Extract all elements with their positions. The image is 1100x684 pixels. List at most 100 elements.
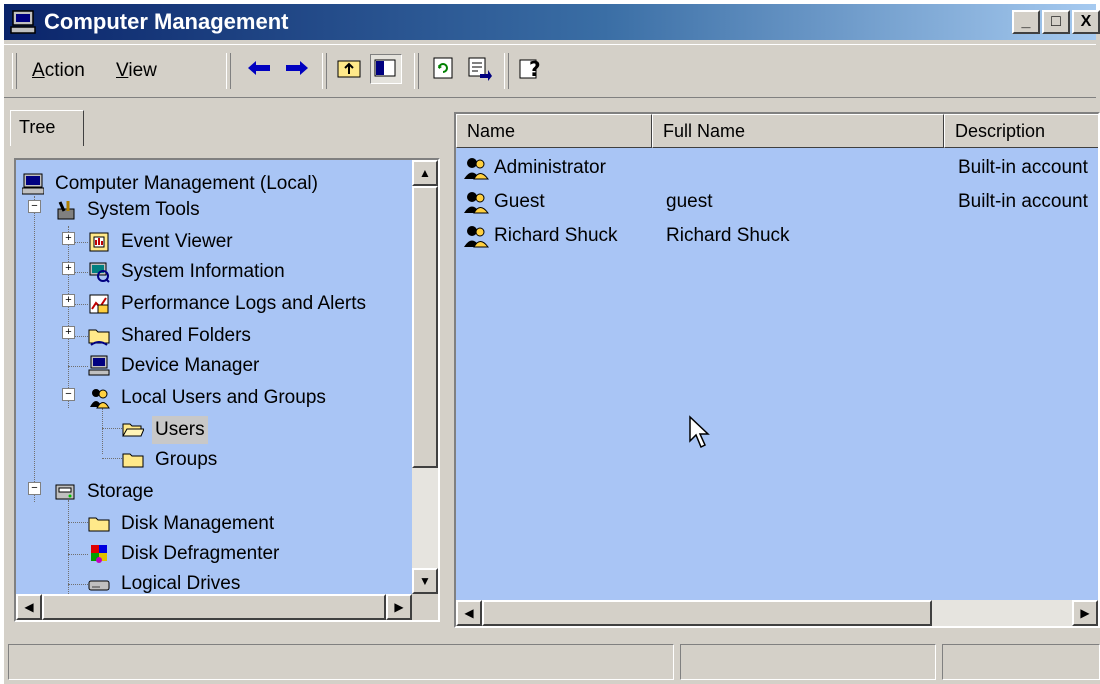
window-title: Computer Management (44, 9, 289, 34)
show-hide-tree-button[interactable] (370, 54, 402, 84)
scroll-left-button[interactable]: ◀ (16, 594, 42, 620)
tree-horizontal-scrollbar[interactable]: ◀ ▶ (16, 594, 412, 620)
status-panel (942, 644, 1100, 680)
toolbar-separator (414, 53, 419, 89)
help-icon: ? (519, 57, 541, 81)
computer-icon (10, 10, 36, 34)
status-bar (4, 640, 1100, 684)
tree-item-label: Computer Management (Local) (55, 173, 318, 194)
back-button[interactable] (244, 54, 276, 84)
tab-tree[interactable]: Tree (10, 110, 84, 146)
user-icon (464, 226, 489, 248)
tree-item-label: Local Users and Groups (121, 387, 326, 408)
tree-item-label: System Information (121, 261, 285, 282)
scroll-thumb[interactable] (42, 594, 386, 620)
toolbar-separator (504, 53, 509, 89)
tree-vertical-scrollbar[interactable]: ▲ ▼ (412, 160, 438, 594)
scroll-thumb[interactable] (482, 600, 932, 626)
svg-text:?: ? (529, 57, 541, 81)
tree-pane: Computer Management (Local) − System Too… (14, 158, 440, 622)
tree-item-label: Disk Management (121, 513, 275, 534)
view-menu[interactable]: View (116, 60, 157, 82)
list-item-administrator[interactable]: Administrator Built-in account (456, 152, 1098, 184)
toolbar-grip[interactable] (12, 53, 17, 89)
disk-defragmenter-icon (91, 545, 107, 563)
system-information-icon (89, 262, 110, 283)
scrollbar-corner (412, 594, 438, 620)
action-menu[interactable]: Action (32, 60, 85, 82)
minimize-button[interactable]: _ (1012, 10, 1040, 34)
toolbar-grip[interactable] (226, 53, 231, 89)
refresh-icon (433, 57, 453, 79)
user-description: Built-in account (958, 191, 1088, 212)
folder-icon (88, 517, 110, 532)
tree-view: Computer Management (Local) − System Too… (16, 160, 412, 594)
tree-item-label: Event Viewer (121, 231, 233, 252)
tree-item-label: Disk Defragmenter (121, 543, 280, 564)
list-horizontal-scrollbar[interactable]: ◀ ▶ (456, 600, 1098, 626)
open-folder-icon (122, 423, 144, 437)
tree-item-label: Storage (87, 481, 154, 502)
user-icon (464, 158, 489, 180)
tree-item-label: Groups (155, 449, 218, 470)
back-icon (248, 61, 270, 75)
scroll-right-button[interactable]: ▶ (1072, 600, 1098, 626)
toolbar: Action View ? (4, 44, 1096, 98)
folder-icon (122, 453, 144, 468)
user-icon (464, 192, 489, 214)
scroll-down-button[interactable]: ▼ (412, 568, 438, 594)
system-tools-icon (57, 201, 75, 220)
close-button[interactable]: X (1072, 10, 1100, 34)
expand-toggle[interactable]: + (62, 262, 75, 275)
column-header-full-name[interactable]: Full Name (652, 114, 944, 148)
list-item-richard-shuck[interactable]: Richard Shuck Richard Shuck (456, 220, 1098, 252)
tree-item-label: Users (152, 416, 208, 444)
storage-icon (55, 484, 75, 500)
view-menu-label: iew (128, 60, 157, 81)
collapse-toggle[interactable]: − (28, 200, 41, 213)
up-one-level-button[interactable] (334, 54, 366, 84)
list-item-guest[interactable]: Guest guest Built-in account (456, 186, 1098, 218)
expand-toggle[interactable]: + (62, 326, 75, 339)
up-one-level-icon (337, 60, 361, 78)
tree-item-label: Shared Folders (121, 325, 251, 346)
maximize-button[interactable]: □ (1042, 10, 1070, 34)
expand-toggle[interactable]: + (62, 232, 75, 245)
collapse-toggle[interactable]: − (28, 482, 41, 495)
computer-icon (22, 173, 44, 195)
mouse-pointer-icon (689, 415, 710, 449)
scroll-left-button[interactable]: ◀ (456, 600, 482, 626)
scroll-thumb[interactable] (412, 186, 438, 468)
column-header-description[interactable]: Description (944, 114, 1098, 148)
user-full-name: guest (666, 191, 713, 212)
tree-item-label: Device Manager (121, 355, 260, 376)
tree-item-label: System Tools (87, 199, 200, 220)
help-button[interactable]: ? (516, 54, 548, 84)
tree-item-label: Performance Logs and Alerts (121, 293, 367, 314)
details-list-pane: Name Full Name Description Administrator… (454, 112, 1100, 628)
shared-folder-icon (88, 329, 110, 346)
show-hide-tree-icon (374, 59, 396, 77)
status-panel (680, 644, 936, 680)
column-header-name[interactable]: Name (456, 114, 652, 148)
collapse-toggle[interactable]: − (62, 388, 75, 401)
export-list-button[interactable] (464, 54, 496, 84)
refresh-button[interactable] (428, 54, 460, 84)
scroll-right-button[interactable]: ▶ (386, 594, 412, 620)
users-group-icon (90, 389, 110, 409)
device-manager-icon (88, 355, 110, 376)
expand-toggle[interactable]: + (62, 294, 75, 307)
scroll-up-button[interactable]: ▲ (412, 160, 438, 186)
user-name: Guest (494, 191, 545, 212)
tree-item-label: Logical Drives (121, 573, 241, 594)
forward-icon (286, 61, 308, 75)
export-list-icon (468, 57, 492, 81)
toolbar-separator (322, 53, 327, 89)
forward-button[interactable] (282, 54, 314, 84)
title-bar[interactable]: Computer Management _ □ X (4, 4, 1100, 40)
user-name: Richard Shuck (494, 225, 618, 246)
user-description: Built-in account (958, 157, 1088, 178)
performance-logs-icon (89, 294, 109, 314)
status-panel (8, 644, 674, 680)
event-viewer-icon (89, 232, 109, 252)
